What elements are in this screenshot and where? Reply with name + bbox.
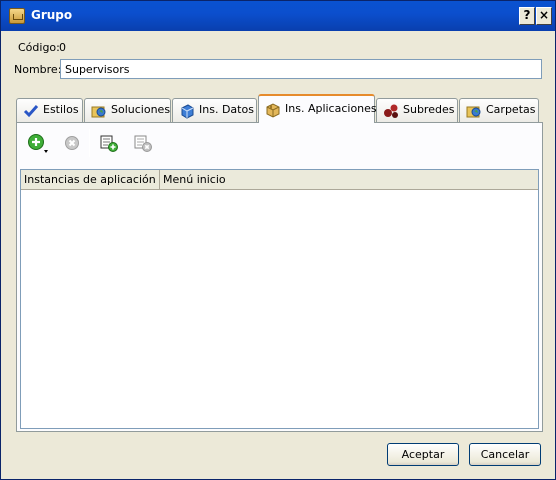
app-icon: [9, 8, 25, 24]
close-button[interactable]: ×: [536, 7, 552, 25]
group-dialog: Grupo ? × Código: 0 Nombre: Estilos Solu…: [0, 0, 556, 480]
toolbar: [17, 123, 542, 165]
accept-button[interactable]: Aceptar: [387, 443, 459, 466]
folder-globe-icon: [466, 103, 482, 119]
tab-subredes[interactable]: Subredes: [376, 98, 458, 122]
toolbar-separator: [89, 129, 90, 157]
delete-icon: [65, 136, 79, 150]
tab-carpetas[interactable]: Carpetas: [459, 98, 539, 122]
checkmark-icon: [23, 103, 39, 119]
remove-item-icon: [134, 135, 152, 152]
data-cube-icon: [179, 103, 195, 119]
table-header: Instancias de aplicación Menú inicio: [21, 170, 538, 190]
column-header-menu-inicio[interactable]: Menú inicio: [160, 170, 538, 190]
tab-ins-aplicaciones[interactable]: Ins. Aplicaciones: [258, 94, 377, 123]
cancel-button[interactable]: Cancelar: [469, 443, 541, 466]
new-item-icon: [100, 135, 118, 152]
nombre-label: Nombre:: [14, 63, 62, 76]
package-icon: [265, 102, 281, 118]
tab-soluciones[interactable]: Soluciones: [84, 98, 171, 122]
codigo-label: Código:: [18, 41, 60, 54]
remove-item-button[interactable]: [133, 133, 153, 153]
nombre-field[interactable]: [60, 59, 542, 79]
help-button[interactable]: ?: [519, 7, 535, 25]
application-instances-table[interactable]: Instancias de aplicación Menú inicio: [20, 169, 539, 429]
add-dropdown-button[interactable]: [27, 133, 53, 153]
folder-globe-icon: [91, 103, 107, 119]
network-nodes-icon: [383, 103, 399, 119]
title-bar[interactable]: Grupo ? ×: [1, 1, 555, 31]
window-title: Grupo: [31, 8, 73, 22]
tab-label: Subredes: [403, 103, 455, 116]
tab-label: Carpetas: [486, 103, 536, 116]
tab-label: Ins. Datos: [199, 103, 254, 116]
tab-label: Estilos: [43, 103, 79, 116]
tab-label: Soluciones: [111, 103, 171, 116]
tab-panel-ins-aplicaciones: Instancias de aplicación Menú inicio: [16, 122, 543, 432]
column-header-instancias[interactable]: Instancias de aplicación: [21, 170, 160, 190]
tab-label: Ins. Aplicaciones: [285, 102, 377, 115]
tab-estilos[interactable]: Estilos: [16, 98, 83, 122]
tab-ins-datos[interactable]: Ins. Datos: [172, 98, 257, 122]
codigo-value: 0: [59, 41, 66, 54]
delete-button[interactable]: [62, 133, 82, 153]
new-item-button[interactable]: [99, 133, 119, 153]
add-icon: [28, 134, 48, 153]
